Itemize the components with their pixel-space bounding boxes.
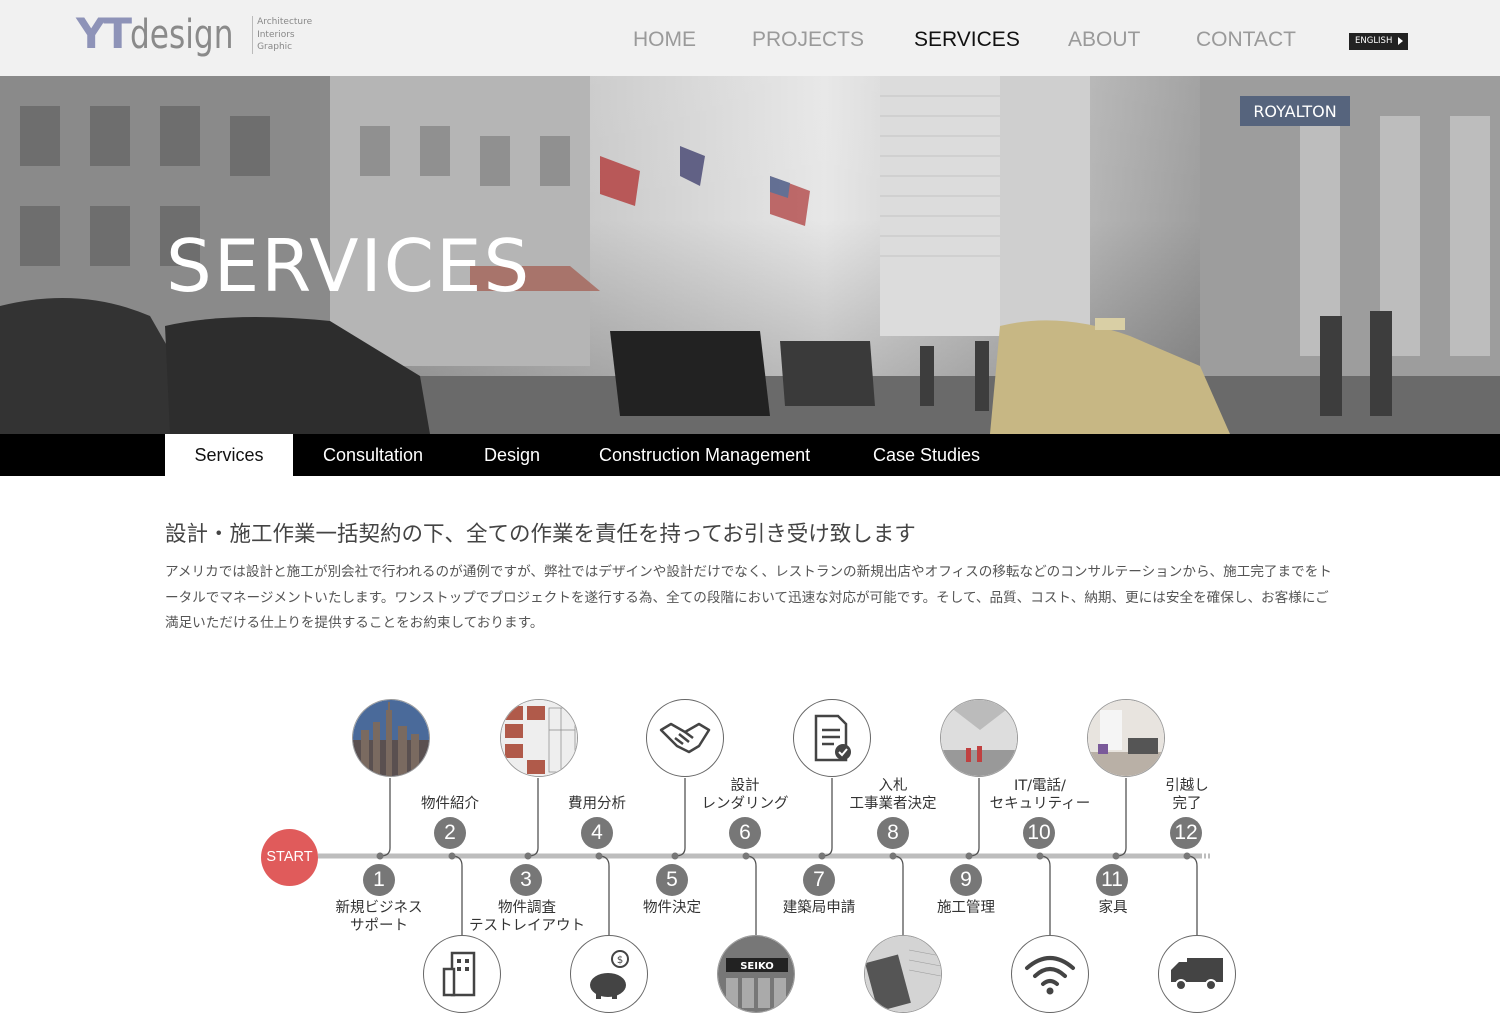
step-label-3: 物件調査 テストレイアウト [469,900,585,934]
handshake-icon [646,699,724,777]
step-number-7: 7 [803,864,835,896]
step-label-2: 物件紹介 [421,796,479,812]
building-icon [423,935,501,1013]
step-label-5: 物件決定 [643,900,701,916]
step-label-1: 新規ビジネス サポート [335,900,423,934]
step-number-8: 8 [877,817,909,849]
svg-text:$: $ [617,955,623,966]
step-number-9: 9 [950,864,982,896]
construction-site-photo [940,699,1018,777]
service-timeline: START $ SEIKO 1 2 3 4 5 6 7 8 9 10 11 12… [0,0,1500,1013]
furniture-photo [1087,699,1165,777]
step-number-10: 10 [1023,817,1055,849]
floor-plan-photo [500,699,578,777]
storefront-photo: SEIKO [717,935,795,1013]
document-check-icon [793,699,871,777]
step-label-7: 建築局申請 [782,900,856,916]
step-number-6: 6 [729,817,761,849]
storefront-sign: SEIKO [740,961,774,972]
step-label-6: 設計 レンダリング [701,778,789,812]
step-number-1: 1 [363,864,395,896]
step-number-2: 2 [434,817,466,849]
step-label-11: 家具 [1098,900,1128,916]
step-number-4: 4 [581,817,613,849]
step-label-8: 入札 工事業者決定 [849,778,937,812]
step-number-5: 5 [656,864,688,896]
start-marker: START [261,829,318,886]
timeline-lines [318,778,1212,935]
city-skyline-photo [352,699,430,777]
wifi-icon [1011,935,1089,1013]
step-number-3: 3 [510,864,542,896]
step-label-10: IT/電話/セキュリティー [989,778,1091,812]
step-number-12: 12 [1170,817,1202,849]
piggy-bank-icon: $ [570,935,648,1013]
step-number-11: 11 [1096,864,1128,896]
step-label-4: 費用分析 [568,796,626,812]
calculator-photo [864,935,942,1013]
step-label-12: 引越し 完了 [1165,778,1209,812]
truck-icon [1158,935,1236,1013]
step-label-9: 施工管理 [937,900,995,916]
